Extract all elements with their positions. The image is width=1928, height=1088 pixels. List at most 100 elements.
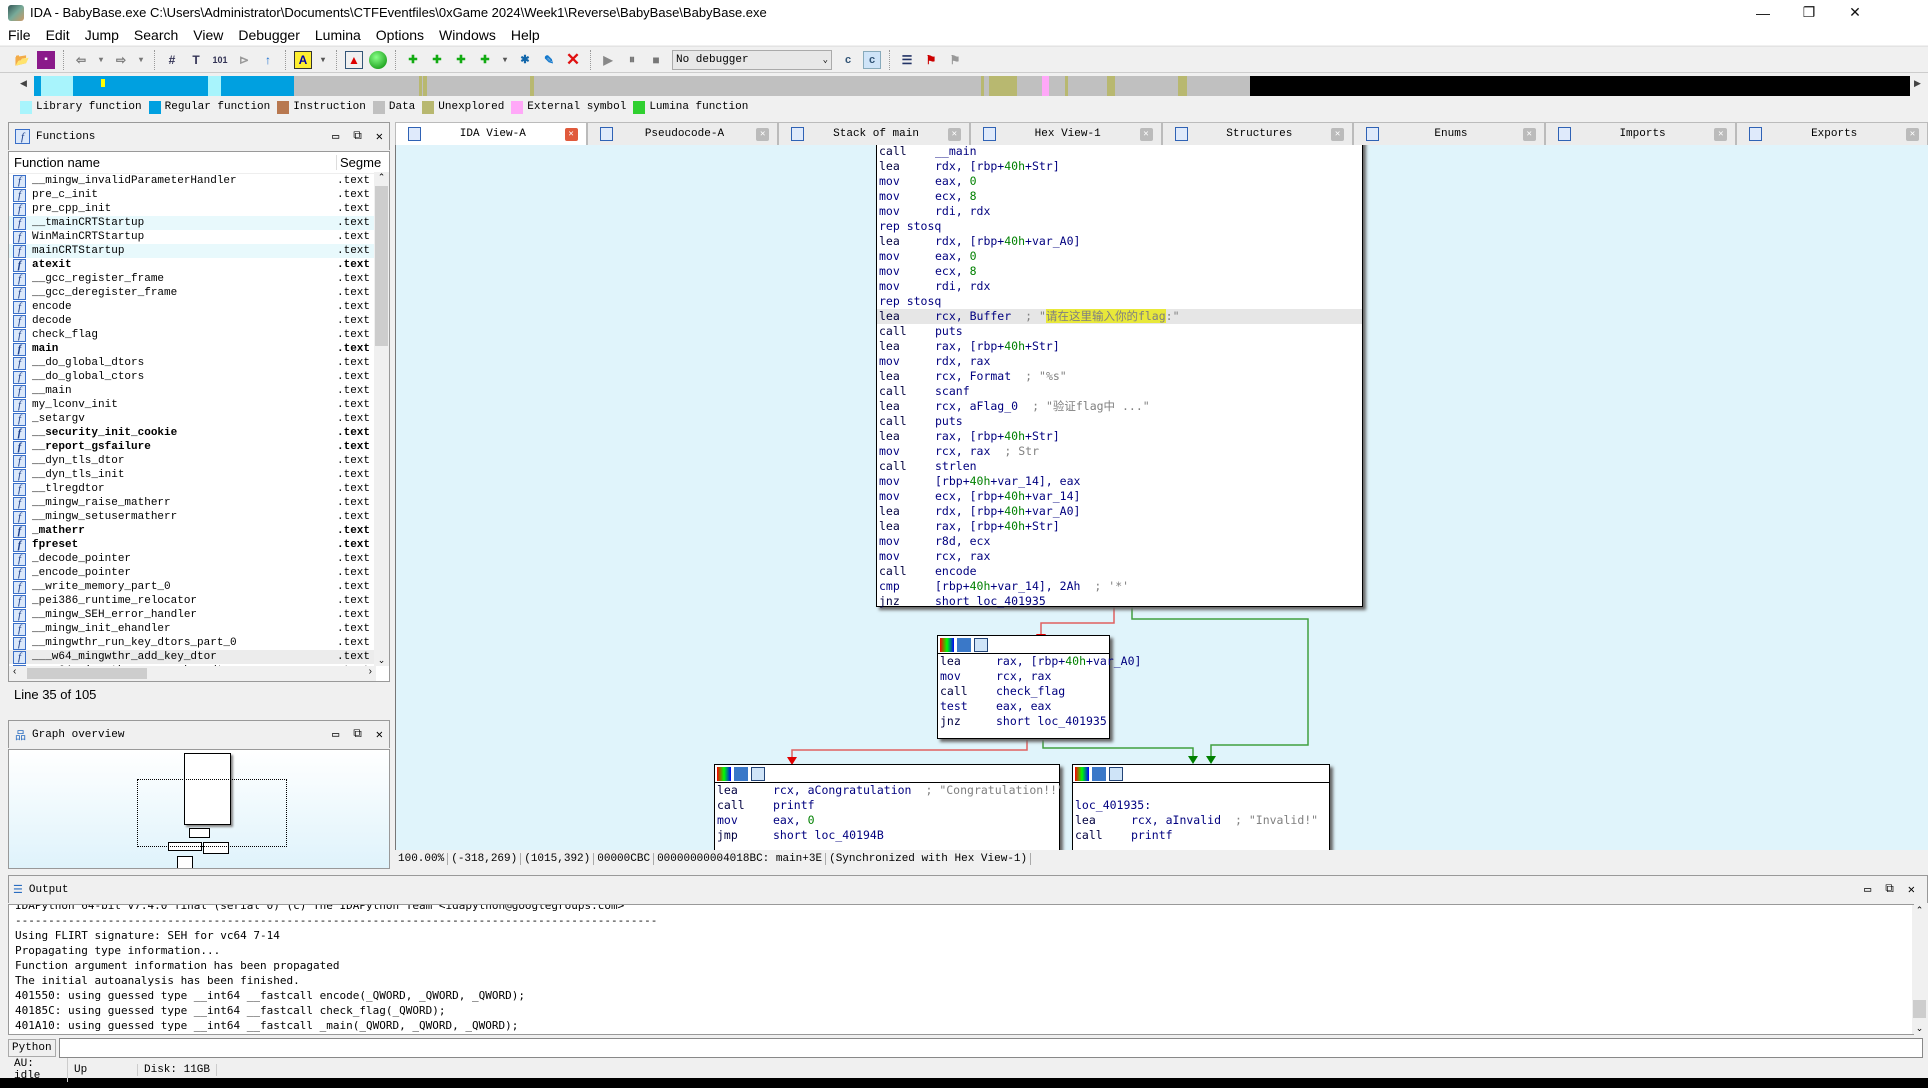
nav-left-arrow-icon[interactable]: ◀ [20,78,27,89]
tab-exports[interactable]: Exports ✕ [1736,122,1928,145]
function-row[interactable]: f __dyn_tls_init .text [9,468,389,482]
debugger-select[interactable]: No debugger ⌄ [672,49,832,70]
float-icon[interactable]: ⧉ [353,727,362,742]
stop-icon[interactable]: ■ [647,51,665,69]
make-string-icon[interactable]: ✚ [476,51,494,69]
function-row[interactable]: f WinMainCRTStartup .text [9,230,389,244]
function-row[interactable]: f __report_gsfailure .text [9,440,389,454]
function-row[interactable]: f ___w64_mingwthr_add_key_dtor .text [9,650,389,664]
instruction-line[interactable]: mov rcx, rax [877,549,1362,564]
restore-button[interactable]: ❐ [1786,0,1832,25]
scroll-right-icon[interactable]: › [369,666,372,677]
function-row[interactable]: f __mingw_init_ehandler .text [9,622,389,636]
search-binary-icon[interactable]: 101 [211,51,229,69]
instruction-line[interactable]: lea rcx, aInvalid ; "Invalid!" [1073,813,1329,828]
graph-view[interactable]: call __main lea rdx, [rbp+40h+Str] mov eax, 0… [395,145,1928,850]
jump-up-icon[interactable]: ↑ [259,51,277,69]
instruction-line[interactable]: mov rdi, rdx [877,204,1362,219]
scroll-up-icon[interactable]: ⌃ [374,172,389,183]
function-row[interactable]: f __gcc_deregister_frame .text [9,286,389,300]
tab-hex-view-1[interactable]: Hex View-1 ✕ [969,122,1162,145]
menu-jump[interactable]: Jump [85,27,119,43]
function-row[interactable]: f fpreset .text [9,538,389,552]
basic-block-success[interactable]: lea rcx, aCongratulation ; "Congratulation… [714,764,1064,850]
tab-pseudocode-a[interactable]: Pseudocode-A ✕ [586,122,779,145]
navigation-band[interactable]: ◀ ▶ [0,74,1928,98]
add-breakpoint-icon[interactable]: ⚑ [922,51,940,69]
instruction-line[interactable]: lea rcx, Buffer ; "请在这里输入你的flag:" [877,309,1362,324]
function-row[interactable]: f _pei386_runtime_relocator .text [9,594,389,608]
function-row[interactable]: f pre_cpp_init .text [9,202,389,216]
functions-vertical-scrollbar[interactable]: ⌃ ⌄ [374,172,389,666]
run-icon[interactable]: ▶ [599,51,617,69]
group-icon[interactable] [974,637,988,652]
group-icon[interactable] [1109,766,1123,781]
close-icon[interactable]: ✕ [1908,882,1915,897]
close-icon[interactable]: ✕ [376,727,383,742]
search-text-icon[interactable]: T [187,51,205,69]
menu-windows[interactable]: Windows [439,27,496,43]
tab-close-icon[interactable]: ✕ [1714,127,1728,141]
tab-close-icon[interactable]: ✕ [1906,127,1919,141]
search-sequence-icon[interactable]: # [163,51,181,69]
tab-close-icon[interactable]: ✕ [947,127,961,141]
back-arrow-icon[interactable]: ⇦ [72,51,90,69]
function-row[interactable]: f __mingw_raise_matherr .text [9,496,389,510]
open-file-icon[interactable]: 📂 [13,51,31,69]
instruction-line[interactable]: call printf [1073,828,1329,843]
graph-overview-canvas[interactable] [8,749,390,869]
rename-icon[interactable] [957,637,971,652]
tab-close-icon[interactable]: ✕ [564,127,578,141]
delete-breakpoint-icon[interactable]: ⚑ [946,51,964,69]
function-row[interactable]: f main .text [9,342,389,356]
tab-structures[interactable]: Structures ✕ [1161,122,1354,145]
close-button[interactable]: ✕ [1832,0,1878,25]
instruction-line[interactable]: mov r8d, ecx [877,534,1362,549]
function-row[interactable]: f atexit .text [9,258,389,272]
output-vertical-scrollbar[interactable]: ⌃ ⌄ [1912,905,1927,1034]
maximize-icon[interactable]: ▭ [1864,882,1871,897]
function-row[interactable]: f _encode_pointer .text [9,566,389,580]
function-row[interactable]: f __mingw_setusermatherr .text [9,510,389,524]
undefine-icon[interactable]: ✕ [564,50,582,69]
menu-help[interactable]: Help [511,27,540,43]
instruction-line[interactable]: lea rax, [rbp+40h+var_A0] [938,654,1141,669]
tab-imports[interactable]: Imports ✕ [1544,122,1737,145]
instruction-line[interactable]: lea rax, [rbp+40h+Str] [877,429,1362,444]
rename-icon[interactable] [1092,766,1106,781]
function-row[interactable]: f __write_memory_part_0 .text [9,580,389,594]
menu-edit[interactable]: Edit [46,27,70,43]
instruction-line[interactable]: mov eax, 0 [715,813,1059,828]
function-row[interactable]: f __dyn_tls_dtor .text [9,454,389,468]
function-row[interactable]: f pre_c_init .text [9,188,389,202]
instruction-line[interactable]: call scanf [877,384,1362,399]
run-to-cursor-icon[interactable]: c [839,51,857,69]
search-next-icon[interactable]: ⊳ [235,51,253,69]
close-icon[interactable]: ✕ [376,129,383,144]
functions-horizontal-scrollbar[interactable]: ‹ › [9,666,376,681]
instruction-line[interactable]: mov ecx, 8 [877,189,1362,204]
basic-block-check-flag[interactable]: lea rax, [rbp+40h+var_A0] mov rcx, rax call c… [937,635,1141,739]
tab-ida-view-a[interactable]: IDA View-A ✕ [395,122,587,145]
tab-close-icon[interactable]: ✕ [1331,127,1345,141]
scrollbar-thumb[interactable] [375,186,388,346]
instruction-line[interactable]: jmp short loc_40194B [715,828,1059,843]
scrollbar-thumb[interactable] [1913,1000,1926,1018]
basic-block-main[interactable]: call __main lea rdx, [rbp+40h+Str] mov eax, 0… [876,145,1363,609]
function-row[interactable]: f __security_init_cookie .text [9,426,389,440]
function-row[interactable]: f __main .text [9,384,389,398]
instruction-line[interactable]: jnz short loc_401935 [877,594,1362,609]
instruction-line[interactable]: lea rdx, [rbp+40h+var_A0] [877,504,1362,519]
instruction-line[interactable]: call puts [877,324,1362,339]
string-dropdown-icon[interactable]: ▾ [500,51,510,69]
instruction-line[interactable]: mov eax, 0 [877,249,1362,264]
alert-icon[interactable]: ▲ [345,50,363,69]
rename-icon[interactable] [734,766,748,781]
function-row[interactable]: f encode .text [9,300,389,314]
instruction-line[interactable]: mov rcx, rax ; Str [877,444,1362,459]
text-color-icon[interactable]: A [294,50,312,69]
instruction-line[interactable]: call puts [877,414,1362,429]
column-function-name[interactable]: Function name [9,155,100,170]
python-language-button[interactable]: Python [8,1039,56,1057]
instruction-line[interactable]: mov rdi, rdx [877,279,1362,294]
